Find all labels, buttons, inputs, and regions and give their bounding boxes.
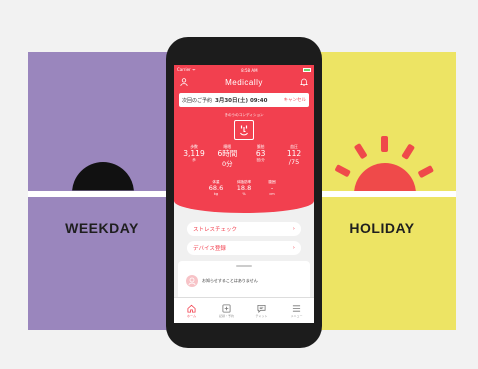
phone-frame: Carrier ᯤ 8:58 AM Medically 次回のご予約 3月30日… [166,37,322,348]
appointment-date: 3月30日(土) 09:40 [215,98,268,104]
carrier: Carrier ᯤ [177,67,196,72]
stat-unit: cm [269,192,275,196]
chevron-right-icon: › [292,245,295,251]
stat-body-fat[interactable]: 体脂肪率 18.8 % [232,180,256,196]
stat-pulse[interactable]: 脈拍 63 回/分 [245,144,277,168]
stats-row: 歩数 3,119 歩 睡眠 6時間 0分 脈拍 63 回/分 血圧 112 /7… [178,144,310,168]
tab-bar: ホーム 記録・予約 チャット メニュー [174,297,314,323]
status-bar: Carrier ᯤ 8:58 AM [177,66,311,74]
cancel-button[interactable]: キャンセル [284,97,307,103]
tab-label: メニュー [290,313,303,318]
tab-menu[interactable]: メニュー [283,304,311,318]
user-icon[interactable] [180,78,188,86]
promo-stage: WEEKDAY HOLIDAY Carrier ᯤ 8:58 AM Medica… [0,0,478,369]
stat-unit: 歩 [192,158,196,162]
panel-divider [28,191,176,197]
tab-record[interactable]: 記録・予約 [213,303,241,318]
appointment-prefix: 次回のご予約 [182,97,213,104]
status-time: 8:58 AM [241,67,258,73]
device-register-button[interactable]: デバイス登録 › [187,241,301,255]
sun-icon [335,136,434,191]
weekday-label: WEEKDAY [65,220,139,236]
appointment-card[interactable]: 次回のご予約 3月30日(土) 09:40 キャンセル [179,93,309,107]
stat-value: 63 [255,149,266,158]
stat-value: 68.6 [208,184,224,192]
weekday-panel: WEEKDAY [28,52,176,330]
tab-chat[interactable]: チャット [248,304,276,318]
chat-icon [257,304,266,313]
home-icon [187,304,196,313]
stat-sleep[interactable]: 睡眠 6時間 0分 [211,144,243,168]
phone-screen: Carrier ᯤ 8:58 AM Medically 次回のご予約 3月30日… [174,65,314,323]
notice-text: お知らせすることはありません [202,278,258,283]
stat-sub: 0分 [222,160,233,168]
notice-row: お知らせすることはありません [186,275,258,287]
battery-icon [303,68,311,72]
tab-label: ホーム [187,313,196,318]
holiday-label: HOLIDAY [349,220,415,236]
app-bar: Medically [174,74,314,90]
stat-unit: 回/分 [256,158,265,162]
menu-label: デバイス登録 [193,246,226,252]
app-title: Medically [225,77,263,87]
stat-unit: % [242,192,246,196]
stat-value: 6時間 [217,149,238,158]
menu-label: ストレスチェック [193,227,238,233]
stat-steps[interactable]: 歩数 3,119 歩 [178,144,210,168]
bell-icon[interactable] [300,78,308,86]
avatar [186,275,198,287]
stat-value: - [270,184,274,192]
sheet-handle[interactable] [236,265,252,267]
stat-blood-pressure[interactable]: 血圧 112 /75 [278,144,310,168]
holiday-panel: HOLIDAY [308,52,456,330]
chevron-right-icon: › [292,226,295,232]
condition-label: きのうのコンディション [224,113,264,117]
tab-home[interactable]: ホーム [178,304,206,318]
stat-value: 3,119 [183,149,205,158]
menu-icon [292,304,301,312]
stat-value: 112 [286,149,302,158]
stat-value: 18.8 [236,184,252,192]
tab-label: 記録・予約 [218,313,234,318]
tab-label: チャット [255,313,268,318]
condition-face-icon [234,120,254,140]
stat-weight[interactable]: 体重 68.6 kg [204,180,228,196]
stress-check-button[interactable]: ストレスチェック › [187,222,301,236]
stat-unit: kg [213,192,219,196]
stat-waist[interactable]: 腹囲 - cm [260,180,284,196]
body-stats-row: 体重 68.6 kg 体脂肪率 18.8 % 腹囲 - cm [204,180,284,196]
plus-square-icon [222,303,231,313]
stat-sub: /75 [288,158,300,166]
panel-divider [308,191,456,197]
